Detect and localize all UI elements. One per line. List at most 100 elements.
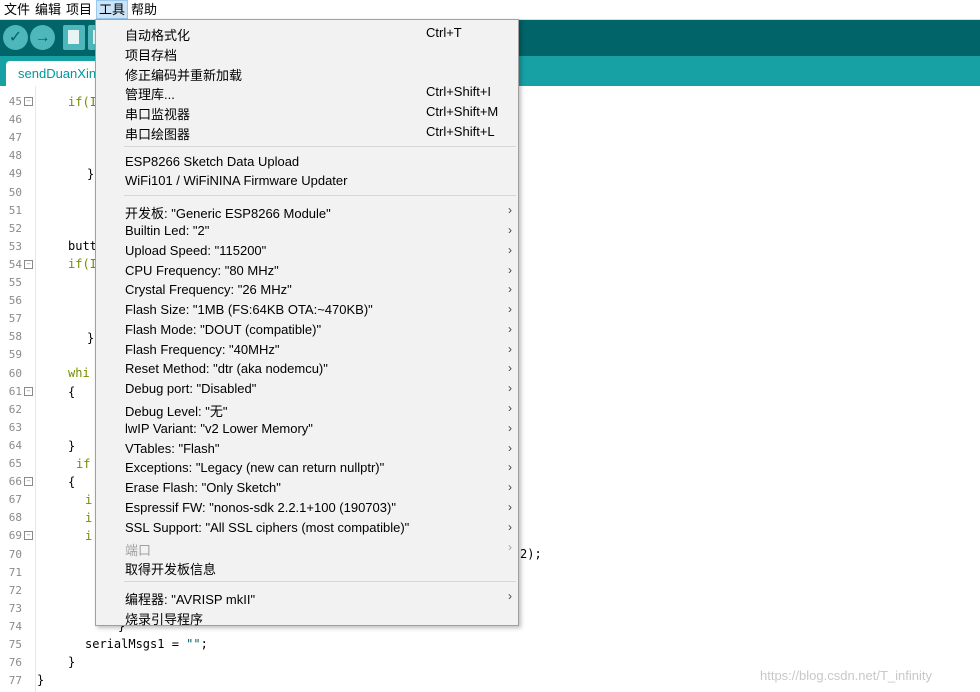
line-number: 63 [8,420,22,434]
menu-item-label: Flash Frequency: "40MHz" [125,341,280,357]
line-number: 72 [8,583,22,597]
menu-item[interactable]: Reset Method: "dtr (aka nodemcu)" › [96,359,518,379]
submenu-arrow-icon: › [508,223,512,238]
line-number: 50 [8,185,22,199]
menu-item[interactable]: Flash Mode: "DOUT (compatible)" › [96,320,518,340]
line-number: 48 [8,149,22,163]
menu-item[interactable]: 开发板: "Generic ESP8266 Module" › [96,201,518,221]
menu-item[interactable]: Exceptions: "Legacy (new can return null… [96,458,518,478]
submenu-arrow-icon: › [508,589,512,604]
menu-item-shortcut: Ctrl+T [426,25,462,40]
line-number: 65 [8,457,22,470]
menu-item-label: 烧录引导程序 [125,611,204,627]
menu-item[interactable]: Upload Speed: "115200" › [96,241,518,261]
menu-item-label: Erase Flash: "Only Sketch" [125,480,281,496]
code-line-75: serialMsgs1 = ""; [85,637,208,651]
menu-item[interactable]: Flash Size: "1MB (FS:64KB OTA:~470KB)" › [96,300,518,320]
menu-item[interactable]: 自动格式化 Ctrl+T [96,23,518,43]
new-icon[interactable] [63,25,85,50]
submenu-arrow-icon: › [508,519,512,534]
fold-toggle-icon[interactable]: − [24,531,33,541]
menu-item[interactable]: lwIP Variant: "v2 Lower Memory" › [96,419,518,439]
code-line-54: if(I [68,257,97,271]
menu-separator [124,145,516,147]
code-line-70: 2); [520,547,542,561]
menu-item[interactable]: Debug port: "Disabled" › [96,379,518,399]
line-number: 54 [8,257,22,271]
fold-toggle-icon[interactable]: − [24,477,33,487]
line-number: 62 [8,402,22,416]
line-number: 73 [8,601,22,615]
menu-file[interactable]: 文件 [2,1,32,18]
code-line-49: } [87,167,95,181]
code-line-64: } [68,439,76,453]
line-number: 59 [8,348,22,362]
submenu-arrow-icon: › [508,321,512,336]
submenu-arrow-icon: › [508,401,512,416]
verify-icon[interactable]: ✓ [3,25,28,50]
submenu-arrow-icon: › [508,262,512,277]
menu-item[interactable]: 烧录引导程序 [96,607,518,627]
fold-toggle-icon[interactable]: − [24,97,33,106]
menu-item[interactable]: Flash Frequency: "40MHz" › [96,340,518,360]
tab-sendduanxin[interactable]: sendDuanXin [6,61,100,86]
menu-item-label: Flash Size: "1MB (FS:64KB OTA:~470KB)" [125,302,373,318]
submenu-arrow-icon: › [508,282,512,297]
line-number: 53 [8,239,22,253]
line-number: 64 [8,438,22,452]
menu-item[interactable]: 编程器: "AVRISP mkII" › [96,587,518,607]
menu-item-label: CPU Frequency: "80 MHz" [125,262,279,278]
menu-item[interactable]: 管理库... Ctrl+Shift+I [96,82,518,102]
code-line-60: whi [68,366,90,380]
code-line-68: i [85,511,93,525]
menu-item[interactable]: 修正编码并重新加载 [96,63,518,83]
upload-icon[interactable]: → [30,25,55,50]
line-number: 52 [8,221,22,235]
submenu-arrow-icon: › [508,499,512,514]
menu-item[interactable]: ESP8266 Sketch Data Upload [96,152,518,172]
menu-item[interactable]: 项目存档 [96,43,518,63]
menu-item[interactable]: VTables: "Flash" › [96,439,518,459]
menu-item-label: SSL Support: "All SSL ciphers (most comp… [125,519,410,535]
menu-edit[interactable]: 编辑 [33,1,63,18]
menu-item[interactable]: 串口监视器 Ctrl+Shift+M [96,102,518,122]
submenu-arrow-icon: › [508,341,512,356]
menu-sketch[interactable]: 项目 [64,1,94,18]
menu-item[interactable]: Crystal Frequency: "26 MHz" › [96,280,518,300]
code-line-75-var: serialMsgs1 = [85,637,187,651]
menu-tools[interactable]: 工具 [96,0,129,19]
line-number: 47 [8,131,22,145]
menu-item[interactable]: SSL Support: "All SSL ciphers (most comp… [96,518,518,538]
menu-item[interactable]: 取得开发板信息 [96,557,518,577]
menu-item-label: Reset Method: "dtr (aka nodemcu)" [125,361,328,377]
line-number: 55 [8,276,22,289]
line-number: 56 [8,294,22,308]
menu-separator [124,581,516,583]
menu-item-label: Espressif FW: "nonos-sdk 2.2.1+100 (1907… [125,499,396,515]
menu-item-label: Debug port: "Disabled" [125,381,257,397]
fold-toggle-icon[interactable]: − [24,386,33,396]
submenu-arrow-icon: › [508,420,512,435]
line-number: 74 [8,619,22,633]
menu-item-label: 取得开发板信息 [125,562,217,578]
menu-item[interactable]: WiFi101 / WiFiNINA Firmware Updater [96,171,518,191]
line-number: 61 [8,384,22,398]
menu-item[interactable]: Builtin Led: "2" › [96,221,518,241]
menu-item[interactable]: 串口绘图器 Ctrl+Shift+L [96,122,518,142]
menu-item[interactable]: Espressif FW: "nonos-sdk 2.2.1+100 (1907… [96,498,518,518]
watermark: https://blog.csdn.net/T_infinity [760,668,932,683]
menu-item[interactable]: CPU Frequency: "80 MHz" › [96,261,518,281]
menu-item[interactable]: Debug Level: "无" › [96,399,518,419]
menu-help[interactable]: 帮助 [129,1,159,18]
menu-item[interactable]: Erase Flash: "Only Sketch" › [96,478,518,498]
menu-item-label: 端口 [125,542,152,558]
menu-item-label: 开发板: "Generic ESP8266 Module" [125,206,331,222]
menu-item-label: 自动格式化 [125,28,191,43]
menu-item-label: 修正编码并重新加载 [125,67,243,83]
line-number: 45 [8,95,22,108]
menu-item-label: lwIP Variant: "v2 Lower Memory" [125,420,313,436]
menu-item-label: 编程器: "AVRISP mkII" [125,592,256,608]
menu-item-label: ESP8266 Sketch Data Upload [125,153,300,169]
line-gutter: 45−46 47 48 49 50 51 52 53 54−55 56 57 58 59 60 61−62 6… [0,86,36,692]
fold-toggle-icon[interactable]: − [24,259,33,269]
